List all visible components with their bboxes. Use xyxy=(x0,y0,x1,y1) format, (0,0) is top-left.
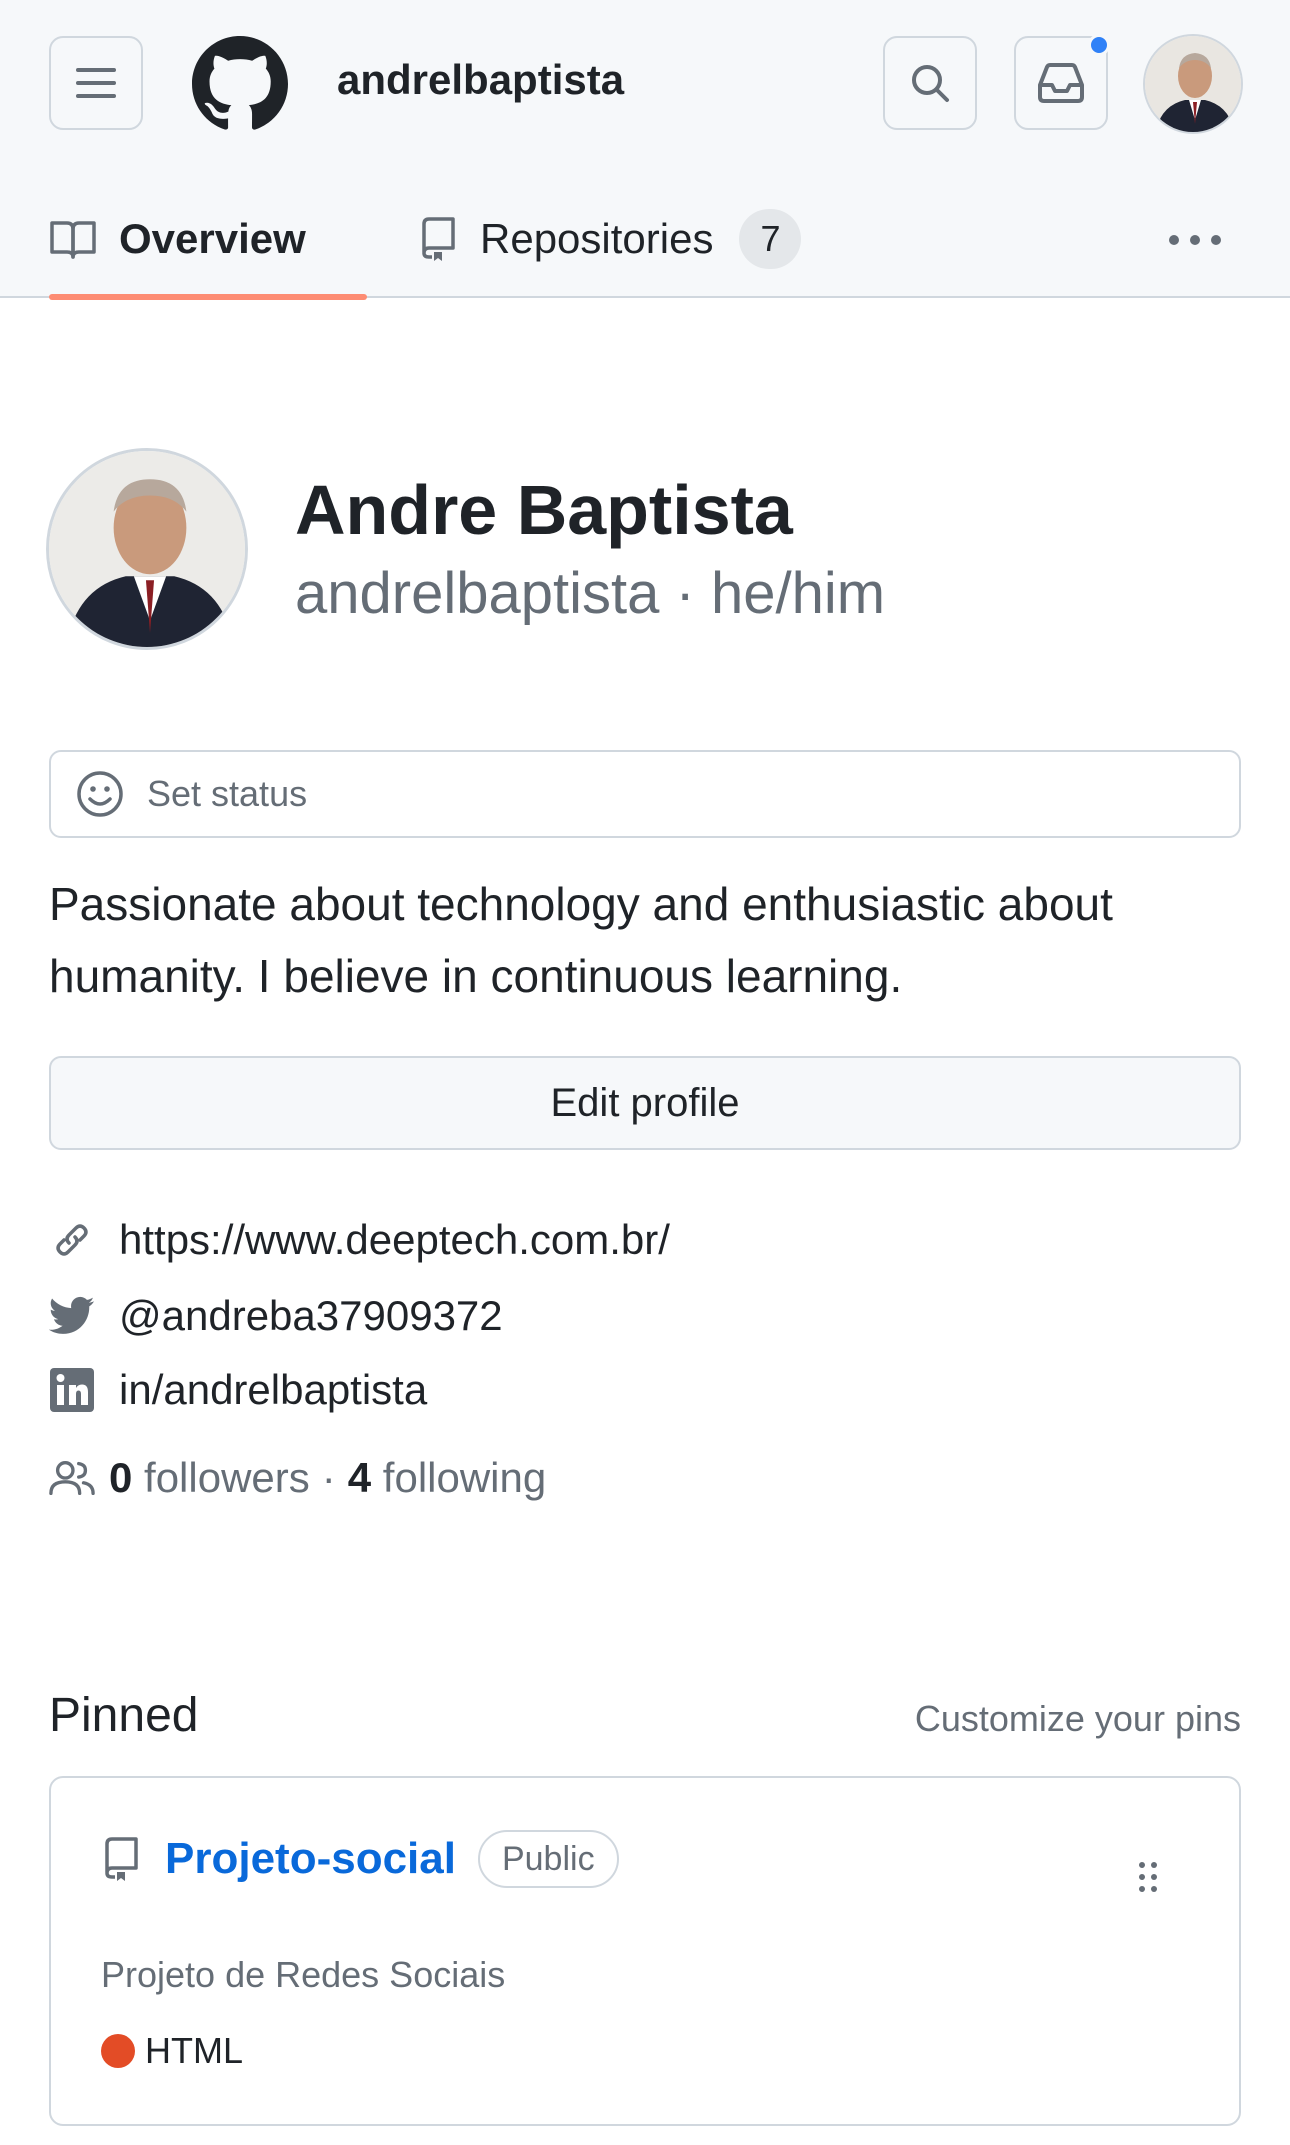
repositories-count: 7 xyxy=(739,209,802,269)
set-status-label: Set status xyxy=(147,773,308,814)
app-header: andrelbaptista Overview Repositories 7 xyxy=(0,0,1290,300)
language-color-dot xyxy=(101,2034,135,2068)
tab-overview-label: Overview xyxy=(119,215,306,262)
drag-handle[interactable] xyxy=(1137,1860,1159,1899)
language-label: HTML xyxy=(145,2030,243,2071)
header-avatar[interactable] xyxy=(1143,34,1243,134)
inbox-icon xyxy=(1038,63,1084,103)
search-button[interactable] xyxy=(883,36,977,130)
repo-icon xyxy=(105,1837,138,1881)
pinned-repo-card: Projeto-social Public Projeto de Redes S… xyxy=(49,1776,1241,2126)
profile-pronouns: he/him xyxy=(710,561,886,626)
pinned-repo-description: Projeto de Redes Sociais xyxy=(101,1954,506,1995)
inbox-button[interactable] xyxy=(1014,34,1110,130)
following-count: 4 xyxy=(347,1454,372,1501)
tab-overview[interactable]: Overview xyxy=(49,180,367,300)
people-icon xyxy=(49,1455,95,1501)
more-tabs-button[interactable] xyxy=(1160,210,1230,270)
following-link[interactable]: 4 following xyxy=(348,1454,546,1502)
kebab-horizontal-icon xyxy=(1169,235,1221,245)
follow-stats-row: 0 followers · 4 following xyxy=(49,1454,546,1502)
twitter-link-row[interactable]: @andreba37909372 xyxy=(49,1292,503,1340)
edit-profile-button[interactable]: Edit profile xyxy=(49,1056,1241,1150)
pinned-repo-name[interactable]: Projeto-social xyxy=(165,1834,456,1884)
menu-button[interactable] xyxy=(49,36,143,130)
pinned-heading: Pinned xyxy=(49,1689,199,1742)
tab-repositories-label: Repositories xyxy=(480,215,714,262)
smiley-icon xyxy=(77,771,123,817)
profile-full-name: Andre Baptista xyxy=(295,471,793,549)
handle-separator: · xyxy=(675,561,695,626)
tab-repositories[interactable]: Repositories 7 xyxy=(418,180,802,298)
set-status-button[interactable]: Set status xyxy=(49,750,1241,838)
website-link[interactable]: https://www.deeptech.com.br/ xyxy=(119,1216,670,1264)
visibility-badge: Public xyxy=(477,1830,619,1888)
search-icon xyxy=(912,65,949,102)
active-tab-underline xyxy=(49,294,367,300)
hamburger-icon xyxy=(76,68,116,98)
header-username[interactable]: andrelbaptista xyxy=(337,56,624,104)
linkedin-link-row[interactable]: in/andrelbaptista xyxy=(49,1366,427,1414)
followers-count: 0 xyxy=(109,1454,133,1501)
followers-link[interactable]: 0 followers xyxy=(109,1454,310,1502)
customize-pins-link[interactable]: Customize your pins xyxy=(915,1698,1241,1740)
profile-handle-line: andrelbaptista · he/him xyxy=(295,560,885,627)
followers-label: followers xyxy=(144,1454,310,1501)
profile-tabs: Overview Repositories 7 xyxy=(0,180,1290,300)
profile-bio: Passionate about technology and enthusia… xyxy=(49,878,1113,1002)
website-link-row[interactable]: https://www.deeptech.com.br/ xyxy=(49,1216,670,1264)
pinned-repo-header: Projeto-social Public xyxy=(101,1830,619,1888)
link-icon xyxy=(49,1217,95,1263)
book-icon xyxy=(50,221,96,259)
linkedin-link[interactable]: in/andrelbaptista xyxy=(119,1366,427,1414)
linkedin-icon xyxy=(49,1367,95,1413)
twitter-icon xyxy=(49,1293,95,1339)
grabber-icon xyxy=(1139,1862,1157,1892)
twitter-link[interactable]: @andreba37909372 xyxy=(119,1292,503,1340)
notification-indicator xyxy=(1088,34,1110,56)
profile-avatar[interactable] xyxy=(46,448,248,650)
profile-handle: andrelbaptista xyxy=(295,561,660,626)
follow-separator: · xyxy=(321,1454,336,1501)
pinned-repo-language: HTML xyxy=(101,2030,243,2072)
following-label: following xyxy=(382,1454,547,1501)
github-logo-icon[interactable] xyxy=(192,36,288,132)
repo-icon xyxy=(422,217,455,261)
